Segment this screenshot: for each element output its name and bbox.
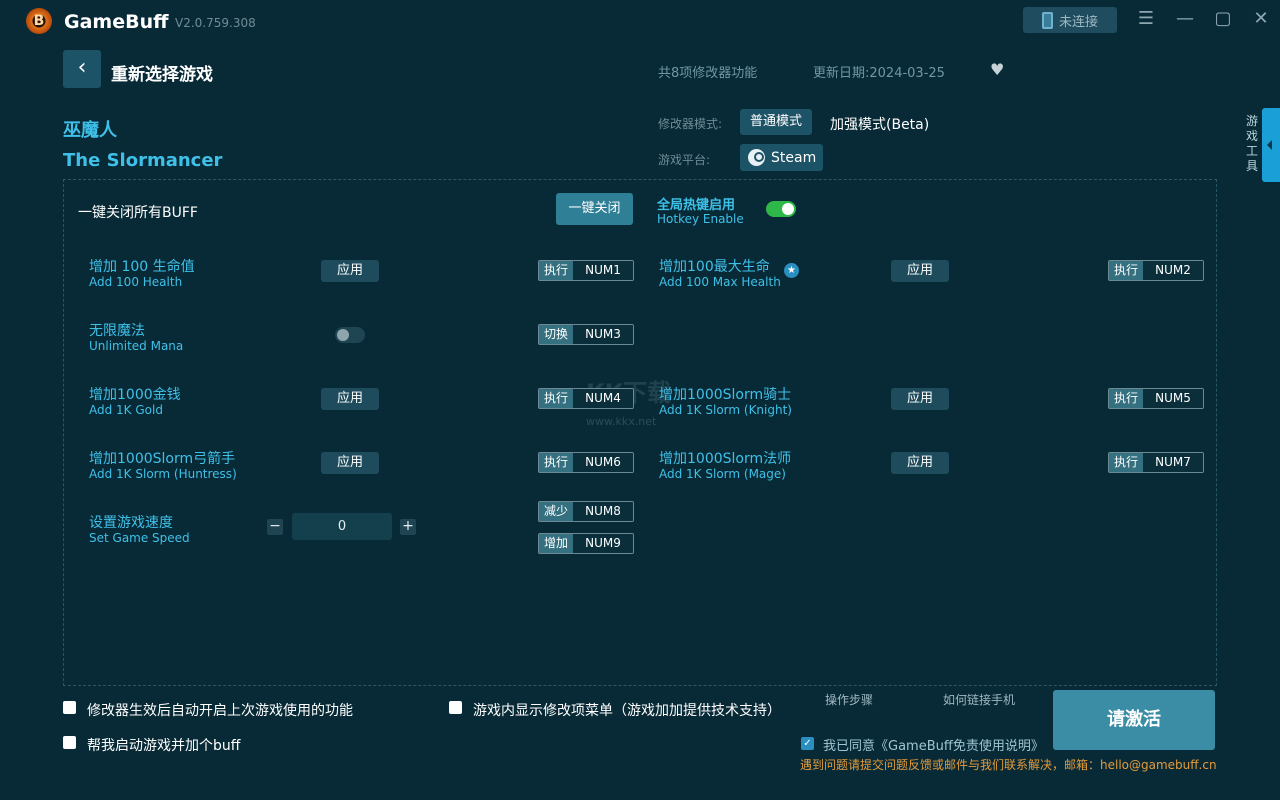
hotkey-key: NUM3	[573, 325, 633, 344]
hotkey-action: 执行	[1109, 261, 1143, 280]
maximize-icon[interactable]: ▢	[1212, 8, 1234, 30]
phone-icon	[1041, 11, 1053, 29]
app-version: V2.0.759.308	[175, 16, 256, 30]
watermark-url: www.kkx.net	[586, 415, 657, 428]
apply-button[interactable]: 应用	[891, 260, 949, 282]
hotkey-action: 切换	[539, 325, 573, 344]
hotkey-binding[interactable]: 执行 NUM2	[1108, 260, 1204, 281]
hotkey-enable-toggle[interactable]	[766, 201, 796, 217]
hotkey-key: NUM9	[573, 534, 633, 553]
feature-sublabel: Add 1K Gold	[89, 403, 163, 417]
steam-icon	[748, 149, 765, 166]
hotkey-binding[interactable]: 增加 NUM9	[538, 533, 634, 554]
hotkey-binding[interactable]: 执行 NUM6	[538, 452, 634, 473]
hotkey-binding[interactable]: 切换 NUM3	[538, 324, 634, 345]
feature-label: 设置游戏速度	[89, 515, 173, 531]
menu-icon[interactable]: ☰	[1135, 8, 1157, 30]
hotkey-action: 执行	[539, 261, 573, 280]
platform-name: Steam	[771, 149, 817, 166]
auto-launch-label: 帮我启动游戏并加个buff	[87, 738, 241, 754]
feature-sublabel: Add 1K Slorm (Mage)	[659, 467, 786, 481]
feature-label: 无限魔法	[89, 323, 145, 339]
mode-label: 修改器模式:	[658, 117, 723, 131]
feature-sublabel: Add 1K Slorm (Knight)	[659, 403, 792, 417]
steps-link[interactable]: 操作步骤	[825, 691, 873, 708]
agree-terms-link[interactable]: 我已同意《GameBuff免责使用说明》	[823, 735, 1044, 754]
feature-label: 增加1000Slorm法师	[659, 451, 792, 467]
close-all-label: 一键关闭所有BUFF	[78, 205, 198, 221]
hotkey-binding[interactable]: 执行 NUM1	[538, 260, 634, 281]
hotkey-binding[interactable]: 执行 NUM4	[538, 388, 634, 409]
apply-button[interactable]: 应用	[321, 452, 379, 474]
hotkey-binding[interactable]: 减少 NUM8	[538, 501, 634, 522]
auto-enable-checkbox[interactable]	[63, 701, 76, 714]
activate-button[interactable]: 请激活	[1053, 690, 1215, 750]
contact-info: 遇到问题请提交问题反馈或邮件与我们联系解决，邮箱：hello@gamebuff.…	[800, 758, 1217, 772]
game-speed-input[interactable]: 0	[292, 513, 392, 540]
feature-sublabel: Add 100 Health	[89, 275, 183, 289]
phone-connect-button[interactable]: 未连接	[1023, 7, 1117, 33]
collapse-arrow-icon	[1267, 140, 1272, 150]
apply-button[interactable]: 应用	[321, 260, 379, 282]
hotkey-action: 执行	[539, 453, 573, 472]
feature-sublabel: Unlimited Mana	[89, 339, 184, 353]
feature-sublabel: Add 100 Max Health	[659, 275, 781, 289]
apply-button[interactable]: 应用	[891, 452, 949, 474]
normal-mode-button[interactable]: 普通模式	[740, 109, 812, 135]
feature-count: 共8项修改器功能	[658, 66, 758, 81]
game-title-cn: 巫魔人	[63, 120, 117, 141]
app-name: GameBuff	[64, 11, 169, 33]
apply-button[interactable]: 应用	[321, 388, 379, 410]
close-all-button[interactable]: 一键关闭	[556, 193, 633, 225]
in-game-menu-checkbox[interactable]	[449, 701, 462, 714]
favorite-heart-icon[interactable]: ♥	[990, 60, 1004, 79]
side-tools-label: 游戏工具	[1245, 114, 1258, 173]
hotkey-enable-label: 全局热键启用	[657, 198, 736, 213]
increase-speed-button[interactable]: +	[400, 519, 416, 535]
unlimited-mana-toggle[interactable]	[335, 327, 365, 343]
minimize-icon[interactable]: —	[1174, 8, 1196, 30]
auto-launch-checkbox[interactable]	[63, 736, 76, 749]
steam-platform-button[interactable]: Steam	[740, 144, 823, 171]
update-date: 更新日期:2024-03-25	[813, 66, 945, 81]
apply-button[interactable]: 应用	[891, 388, 949, 410]
gamebuff-logo-icon: B	[26, 8, 52, 34]
hotkey-action: 减少	[539, 502, 573, 521]
feature-sublabel: Set Game Speed	[89, 531, 190, 545]
platform-label: 游戏平台:	[658, 153, 711, 167]
feature-label: 增加1000Slorm骑士	[659, 387, 792, 403]
hotkey-binding[interactable]: 执行 NUM5	[1108, 388, 1204, 409]
game-title-en: The Slormancer	[63, 150, 223, 171]
back-button[interactable]: ‹	[63, 50, 101, 88]
enhanced-mode-button[interactable]: 加强模式(Beta)	[830, 114, 929, 134]
hotkey-action: 执行	[1109, 389, 1143, 408]
auto-enable-label: 修改器生效后自动开启上次游戏使用的功能	[87, 703, 353, 719]
agree-checkbox[interactable]: ✓	[801, 737, 814, 750]
close-icon[interactable]: ✕	[1250, 8, 1272, 30]
hotkey-key: NUM8	[573, 502, 633, 521]
hotkey-key: NUM6	[573, 453, 633, 472]
feature-label: 增加100最大生命	[659, 259, 770, 275]
connect-status-label: 未连接	[1058, 14, 1098, 30]
decrease-speed-button[interactable]: −	[267, 519, 283, 535]
reselect-game-label[interactable]: 重新选择游戏	[111, 60, 213, 85]
hotkey-key: NUM5	[1143, 389, 1203, 408]
hotkey-key: NUM2	[1143, 261, 1203, 280]
features-panel	[63, 179, 1217, 686]
hotkey-enable-sublabel: Hotkey Enable	[657, 212, 744, 226]
hotkey-binding[interactable]: 执行 NUM7	[1108, 452, 1204, 473]
hotkey-key: NUM7	[1143, 453, 1203, 472]
hotkey-action: 执行	[1109, 453, 1143, 472]
phone-link[interactable]: 如何链接手机	[943, 691, 1015, 708]
feature-label: 增加 100 生命值	[89, 259, 195, 275]
hotkey-key: NUM1	[573, 261, 633, 280]
hotkey-key: NUM4	[573, 389, 633, 408]
star-badge-icon: ★	[784, 263, 799, 278]
feature-label: 增加1000Slorm弓箭手	[89, 451, 236, 467]
feature-label: 增加1000金钱	[89, 387, 181, 403]
hotkey-action: 执行	[539, 389, 573, 408]
in-game-menu-label: 游戏内显示修改项菜单（游戏加加提供技术支持）	[473, 703, 781, 719]
feature-sublabel: Add 1K Slorm (Huntress)	[89, 467, 237, 481]
hotkey-action: 增加	[539, 534, 573, 553]
